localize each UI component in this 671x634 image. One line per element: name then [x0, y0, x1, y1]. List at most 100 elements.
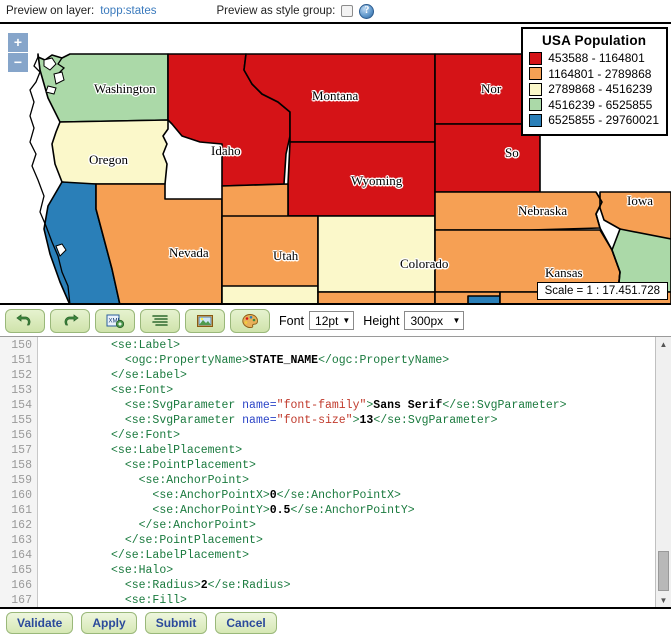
- code-token: </se:PointPlacement>: [124, 534, 263, 547]
- line-number: 158: [11, 459, 32, 472]
- code-token: name=: [242, 414, 277, 427]
- insert-xml-button[interactable]: XML: [95, 308, 135, 333]
- code-line[interactable]: </se:Font>: [42, 428, 655, 443]
- code-line[interactable]: <se:PointPlacement>: [42, 458, 655, 473]
- undo-button[interactable]: [5, 308, 45, 333]
- code-token: <se:Font>: [111, 384, 174, 397]
- code-token: </ogc:PropertyName>: [318, 354, 450, 367]
- font-size-value: 12pt: [315, 313, 339, 328]
- code-token: </se:AnchorPoint>: [138, 519, 256, 532]
- sld-code-editor[interactable]: 150 151 152 153 154 155 156 157 158 159 160 161 162 1…: [0, 337, 671, 609]
- font-size-select[interactable]: 12pt ▼: [309, 311, 355, 330]
- line-number: 165: [11, 564, 32, 577]
- line-number: 162: [11, 519, 32, 532]
- code-token: name=: [242, 399, 277, 412]
- code-line[interactable]: <se:Label>: [42, 338, 655, 353]
- format-code-button[interactable]: [140, 308, 180, 333]
- code-line[interactable]: <se:AnchorPointY>0.5</se:AnchorPointY>: [42, 503, 655, 518]
- code-line[interactable]: <se:LabelPlacement>: [42, 443, 655, 458]
- code-line[interactable]: <se:AnchorPointX>0</se:AnchorPointX>: [42, 488, 655, 503]
- code-line[interactable]: <se:Fill>: [42, 593, 655, 607]
- height-value: 300px: [410, 313, 444, 328]
- legend-entry: 453588 - 1164801: [529, 51, 659, 65]
- undo-icon: [16, 313, 31, 325]
- height-select[interactable]: 300px ▼: [404, 311, 465, 330]
- code-token: >: [352, 414, 360, 427]
- code-token: <se:LabelPlacement>: [111, 444, 243, 457]
- legend-entry: 2789868 - 4516239: [529, 82, 659, 96]
- legend-swatch: [529, 113, 543, 127]
- code-line[interactable]: <se:AnchorPoint>: [42, 473, 655, 488]
- code-line[interactable]: </se:PointPlacement>: [42, 533, 655, 548]
- line-number: 153: [11, 384, 32, 397]
- code-line[interactable]: <se:Font>: [42, 383, 655, 398]
- code-token: </se:SvgParameter>: [373, 414, 498, 427]
- editor-scrollbar[interactable]: ▲ ▼: [655, 337, 671, 607]
- code-token: "font-size": [276, 414, 353, 427]
- legend-swatch: [529, 67, 543, 80]
- height-label: Height: [363, 313, 400, 328]
- line-number: 166: [11, 579, 32, 592]
- apply-button[interactable]: Apply: [81, 612, 137, 634]
- scrollbar-thumb[interactable]: [658, 551, 669, 591]
- map-preview[interactable]: + − Washington Oregon Idaho Montana Nor So Wyo…: [0, 24, 671, 305]
- cancel-button[interactable]: Cancel: [215, 612, 277, 634]
- line-number: 159: [11, 474, 32, 487]
- code-line[interactable]: </se:Label>: [42, 368, 655, 383]
- legend-swatch: [529, 98, 543, 111]
- submit-button[interactable]: Submit: [144, 612, 208, 634]
- legend-label: 1164801 - 2789868: [548, 66, 652, 81]
- legend-entry: 4516239 - 6525855: [529, 98, 659, 112]
- line-number: 157: [11, 444, 32, 457]
- code-token: <se:AnchorPointY>: [152, 504, 270, 517]
- legend-entry: 6525855 - 29760021: [529, 113, 659, 127]
- legend-entry: 1164801 - 2789868: [529, 67, 659, 81]
- legend-label: 4516239 - 6525855: [548, 97, 653, 112]
- code-line[interactable]: <ogc:PropertyName>STATE_NAME</ogc:Proper…: [42, 353, 655, 368]
- code-token: <se:Halo>: [111, 564, 174, 577]
- legend-title: USA Population: [541, 33, 647, 48]
- scroll-down-arrow[interactable]: ▼: [656, 593, 671, 607]
- line-number: 156: [11, 429, 32, 442]
- image-icon: [197, 314, 213, 327]
- help-icon[interactable]: ?: [359, 3, 375, 19]
- preview-style-group-label: Preview as style group:: [216, 5, 336, 17]
- line-number: 164: [11, 549, 32, 562]
- map-legend: USA Population 453588 - 1164801 1164801 -…: [521, 27, 668, 136]
- code-token: <se:SvgParameter: [124, 414, 243, 427]
- preview-on-layer-label: Preview on layer:: [6, 5, 95, 17]
- code-token: STATE_NAME: [249, 354, 319, 367]
- line-number: 151: [11, 354, 32, 367]
- line-number: 168: [0, 608, 32, 609]
- color-picker-button[interactable]: [230, 308, 270, 333]
- code-token: <se:AnchorPointX>: [152, 489, 270, 502]
- code-line[interactable]: <se:Radius>2</se:Radius>: [42, 578, 655, 593]
- chevron-down-icon: ▼: [342, 316, 351, 325]
- legend-swatch: [529, 82, 543, 96]
- code-token: <se:AnchorPoint>: [138, 474, 250, 487]
- code-line[interactable]: <se:SvgParameter name="font-family">Sans…: [42, 398, 655, 413]
- line-number: 150: [11, 339, 32, 352]
- legend-swatch: [529, 51, 543, 65]
- code-line[interactable]: </se:LabelPlacement>: [42, 548, 655, 563]
- insert-image-button[interactable]: [185, 308, 225, 333]
- zoom-controls[interactable]: + −: [8, 33, 28, 72]
- code-line[interactable]: <se:SvgParameter name="font-size">13</se…: [42, 413, 655, 428]
- chevron-down-icon: ▼: [452, 316, 461, 325]
- redo-button[interactable]: [50, 308, 90, 333]
- validate-button[interactable]: Validate: [6, 612, 74, 634]
- code-token: </se:Font>: [111, 429, 181, 442]
- code-token: 0.5: [269, 504, 291, 517]
- scroll-up-arrow[interactable]: ▲: [656, 337, 671, 351]
- preview-layer-link[interactable]: topp:states: [100, 5, 156, 17]
- code-content[interactable]: <se:Label> <ogc:PropertyName>STATE_NAME<…: [38, 337, 655, 607]
- editor-toolbar: XML Font 12pt ▼ Height 300px ▼: [0, 305, 671, 337]
- redo-icon: [64, 313, 79, 325]
- code-token: 13: [359, 414, 374, 427]
- style-group-checkbox[interactable]: [341, 5, 354, 17]
- code-line[interactable]: </se:AnchorPoint>: [42, 518, 655, 533]
- line-number: 152: [11, 369, 32, 382]
- code-line[interactable]: <se:Halo>: [42, 563, 655, 578]
- zoom-in-button[interactable]: +: [8, 33, 28, 52]
- zoom-out-button[interactable]: −: [8, 53, 28, 72]
